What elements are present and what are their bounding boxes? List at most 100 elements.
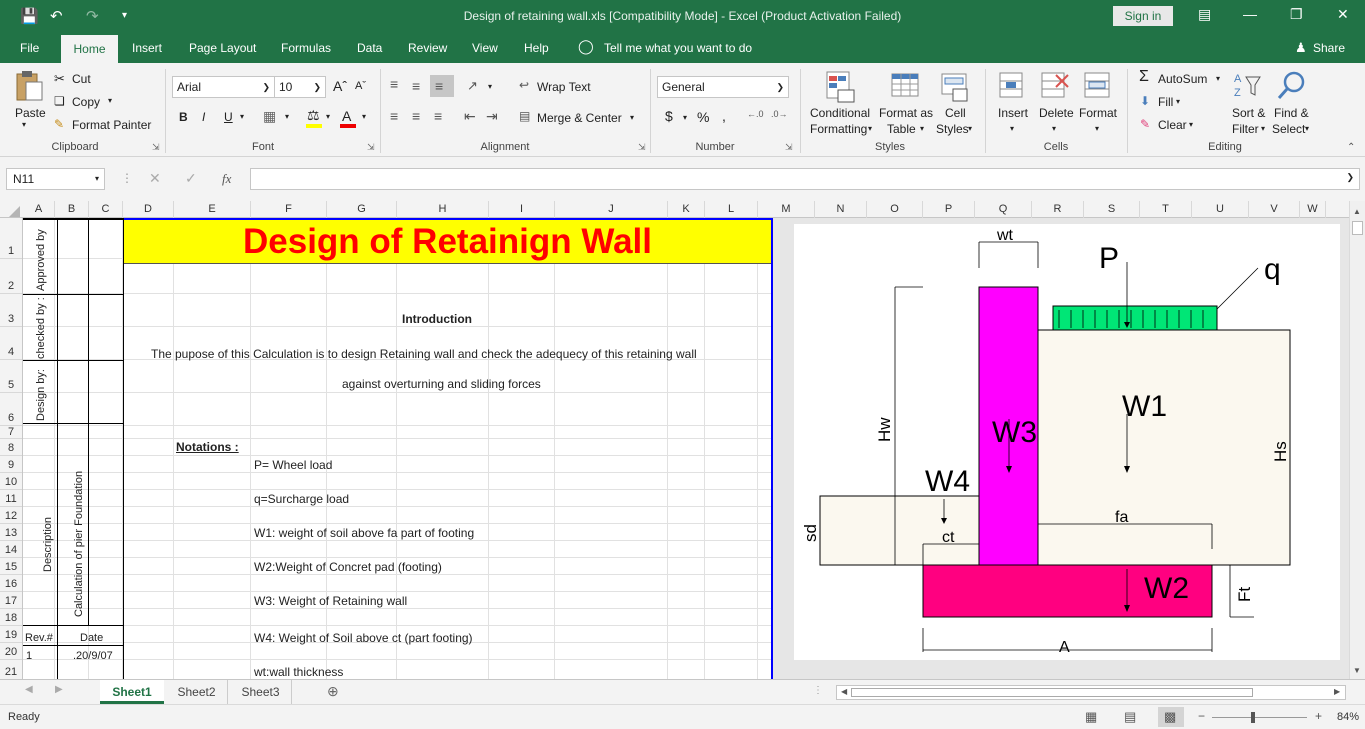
scroll-down-icon[interactable]: ▼ bbox=[1353, 666, 1361, 675]
cell-styles-dropdown-icon[interactable]: ▾ bbox=[968, 124, 972, 133]
cancel-entry-icon[interactable]: ✕ bbox=[149, 170, 161, 187]
zoom-out-icon[interactable]: − bbox=[1198, 709, 1205, 723]
expand-formula-icon[interactable]: ❯ bbox=[1346, 172, 1354, 183]
paste-icon[interactable] bbox=[14, 70, 44, 102]
delete-dropdown-icon[interactable]: ▾ bbox=[1052, 124, 1056, 133]
row-header[interactable]: 18 bbox=[0, 609, 22, 626]
horizontal-scroll-thumb[interactable] bbox=[851, 688, 1253, 697]
column-header[interactable]: J bbox=[555, 201, 668, 218]
normal-view-icon[interactable]: ▦ bbox=[1085, 709, 1097, 725]
align-top-icon[interactable]: ≡ bbox=[390, 76, 398, 92]
scroll-up-icon[interactable]: ▲ bbox=[1353, 207, 1361, 216]
format-table-dropdown-icon[interactable]: ▾ bbox=[920, 124, 924, 133]
restore-icon[interactable]: ❐ bbox=[1290, 6, 1303, 23]
vertical-scrollbar[interactable]: ▲ ▼ bbox=[1349, 201, 1365, 679]
scroll-right-icon[interactable]: ▶ bbox=[1334, 687, 1340, 696]
sheet-tab-2[interactable]: Sheet2 bbox=[166, 680, 228, 704]
name-box-dropdown-icon[interactable]: ▾ bbox=[95, 169, 99, 189]
column-header[interactable]: I bbox=[489, 201, 555, 218]
row-header[interactable]: 19 bbox=[0, 626, 22, 643]
tell-me-search[interactable]: Tell me what you want to do bbox=[604, 41, 752, 55]
row-header[interactable]: 21 bbox=[0, 660, 22, 680]
column-header[interactable]: M bbox=[758, 201, 815, 218]
column-header[interactable]: B bbox=[55, 201, 89, 218]
copy-button[interactable]: Copy bbox=[72, 95, 100, 109]
column-header[interactable]: U bbox=[1192, 201, 1249, 218]
collapse-ribbon-icon[interactable]: ⌃ bbox=[1347, 142, 1355, 153]
sheet-tab-1[interactable]: Sheet1 bbox=[100, 680, 164, 704]
row-header[interactable]: 6 bbox=[0, 393, 22, 426]
tab-page-layout[interactable]: Page Layout bbox=[189, 41, 256, 55]
underline-dropdown-icon[interactable]: ▾ bbox=[240, 112, 244, 121]
paste-button[interactable]: Paste bbox=[15, 106, 46, 120]
column-header[interactable]: K bbox=[668, 201, 705, 218]
decrease-indent-icon[interactable]: ⇤ bbox=[464, 108, 476, 125]
zoom-level[interactable]: 84% bbox=[1337, 711, 1359, 723]
clipboard-launcher-icon[interactable]: ⇲ bbox=[152, 142, 160, 153]
cell-styles-button[interactable]: Cell bbox=[945, 106, 966, 120]
row-header[interactable]: 8 bbox=[0, 439, 22, 456]
column-header[interactable]: S bbox=[1084, 201, 1140, 218]
column-header[interactable]: G bbox=[327, 201, 397, 218]
alignment-launcher-icon[interactable]: ⇲ bbox=[638, 142, 646, 153]
delete-cells-button[interactable]: Delete bbox=[1039, 106, 1074, 120]
decrease-decimal-icon[interactable]: .0→ bbox=[771, 109, 788, 119]
ribbon-display-icon[interactable]: ▤ bbox=[1198, 6, 1211, 23]
column-header[interactable]: O bbox=[867, 201, 923, 218]
italic-button[interactable]: I bbox=[202, 110, 205, 124]
comma-button[interactable]: , bbox=[722, 108, 726, 124]
column-header[interactable]: C bbox=[89, 201, 123, 218]
borders-icon[interactable]: ▦ bbox=[263, 108, 276, 125]
column-header[interactable]: V bbox=[1249, 201, 1300, 218]
page-break-view-button[interactable]: ▩ bbox=[1158, 707, 1184, 727]
tab-formulas[interactable]: Formulas bbox=[281, 41, 331, 55]
format-as-table-button[interactable]: Format as bbox=[879, 106, 933, 120]
underline-button[interactable]: U bbox=[224, 110, 233, 124]
align-left-icon[interactable]: ≡ bbox=[390, 108, 398, 124]
insert-cells-button[interactable]: Insert bbox=[998, 106, 1028, 120]
conditional-dropdown-icon[interactable]: ▾ bbox=[868, 124, 872, 133]
scroll-left-icon[interactable]: ◀ bbox=[841, 687, 847, 696]
tab-data[interactable]: Data bbox=[357, 41, 382, 55]
column-header[interactable]: D bbox=[123, 201, 174, 218]
currency-dropdown-icon[interactable]: ▾ bbox=[683, 113, 687, 122]
column-header[interactable]: W bbox=[1300, 201, 1326, 218]
increase-font-icon[interactable]: Aˆ bbox=[333, 78, 347, 94]
column-header[interactable]: A bbox=[23, 201, 55, 218]
paste-dropdown-icon[interactable]: ▾ bbox=[22, 120, 26, 129]
zoom-slider-thumb[interactable] bbox=[1251, 712, 1255, 723]
tab-help[interactable]: Help bbox=[524, 41, 549, 55]
clear-button[interactable]: Clear bbox=[1158, 118, 1187, 132]
conditional-formatting-button[interactable]: Conditional bbox=[810, 106, 870, 120]
merge-center-button[interactable]: Merge & Center bbox=[537, 111, 622, 125]
add-sheet-icon[interactable]: ⊕ bbox=[327, 683, 339, 700]
column-header[interactable]: T bbox=[1140, 201, 1192, 218]
align-right-icon[interactable]: ≡ bbox=[434, 108, 442, 124]
percent-button[interactable]: % bbox=[697, 109, 709, 125]
row-header[interactable]: 9 bbox=[0, 456, 22, 473]
column-header[interactable]: P bbox=[923, 201, 975, 218]
align-center-icon[interactable]: ≡ bbox=[412, 108, 420, 124]
confirm-entry-icon[interactable]: ✓ bbox=[185, 170, 197, 187]
format-dropdown-icon[interactable]: ▾ bbox=[1095, 124, 1099, 133]
number-format-select[interactable]: General ❯ bbox=[657, 76, 789, 98]
font-name-select[interactable]: Arial ❯ bbox=[172, 76, 275, 98]
sort-dropdown-icon[interactable]: ▾ bbox=[1261, 124, 1265, 133]
column-header[interactable]: R bbox=[1032, 201, 1084, 218]
tab-split-grip-icon[interactable]: ⋮ bbox=[813, 685, 823, 696]
fill-color-dropdown-icon[interactable]: ▾ bbox=[326, 112, 330, 121]
fill-color-icon[interactable]: ⚖ bbox=[307, 107, 320, 124]
font-launcher-icon[interactable]: ⇲ bbox=[367, 142, 375, 153]
increase-indent-icon[interactable]: ⇥ bbox=[486, 108, 498, 125]
row-header[interactable]: 13 bbox=[0, 524, 22, 541]
vertical-scroll-thumb[interactable] bbox=[1352, 221, 1363, 235]
borders-dropdown-icon[interactable]: ▾ bbox=[285, 112, 289, 121]
tab-file[interactable]: File bbox=[20, 41, 39, 55]
prev-sheet-icon[interactable]: ◀ bbox=[25, 684, 33, 695]
horizontal-scrollbar[interactable]: ◀ ▶ bbox=[836, 685, 1346, 700]
tab-insert[interactable]: Insert bbox=[132, 41, 162, 55]
row-header[interactable]: 5 bbox=[0, 360, 22, 393]
decrease-font-icon[interactable]: Aˇ bbox=[355, 80, 366, 92]
currency-button[interactable]: $ bbox=[665, 108, 673, 124]
page-layout-view-icon[interactable]: ▤ bbox=[1124, 709, 1136, 725]
